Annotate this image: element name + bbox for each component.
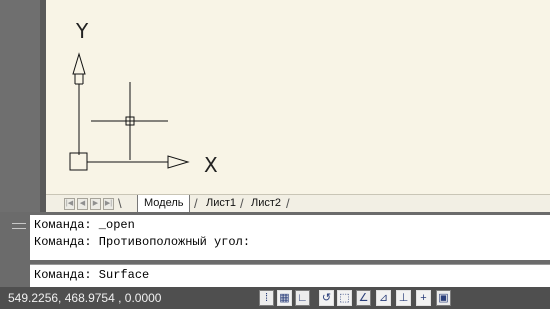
ucs-origin-square [69, 152, 88, 171]
command-history-line: Команда: Противоположный угол: [34, 235, 251, 249]
object-snap-tracking-icon[interactable]: ∠ [356, 290, 371, 306]
object-snap-icon[interactable]: ⬚ [337, 290, 352, 306]
layout-tabs-bar: |◀ ◀ ▶ ▶| \ Модель / Лист1 / Лист2 / [46, 194, 550, 213]
ortho-mode-icon[interactable]: ∟ [295, 290, 310, 306]
drawing-viewport[interactable]: Y X [46, 0, 550, 194]
tab-sheet2[interactable]: Лист2 [247, 195, 285, 212]
first-tab-icon[interactable]: |◀ [64, 198, 75, 210]
ucs-x-label: X [204, 153, 218, 177]
ucs-icon: Y X [69, 19, 218, 177]
tab-sheet1[interactable]: Лист1 [202, 195, 240, 212]
grid-display-icon[interactable]: ▦ [277, 290, 292, 306]
quick-properties-icon[interactable]: ▣ [436, 290, 451, 306]
ucs-x-arrowhead [167, 155, 190, 169]
tab-separator: / [194, 196, 198, 211]
command-window-grip-icon[interactable] [12, 223, 26, 229]
tab-separator: / [286, 196, 290, 211]
cursor-coordinates[interactable]: 549.2256, 468.9754 , 0.0000 [8, 289, 161, 307]
snap-mode-icon[interactable]: ⁞ [259, 290, 274, 306]
ucs-y-label: Y [75, 19, 89, 43]
previous-tab-icon[interactable]: ◀ [77, 198, 88, 210]
dynamic-ucs-icon[interactable]: ⊿ [376, 290, 391, 306]
dynamic-input-icon[interactable]: ⊥ [396, 290, 411, 306]
tab-separator: \ [118, 196, 122, 211]
tab-separator: / [240, 196, 244, 211]
ucs-y-arrowhead [72, 52, 86, 75]
tab-model[interactable]: Модель [137, 195, 191, 212]
lineweight-icon[interactable]: + [416, 290, 431, 306]
command-input-text[interactable]: Команда: Surface [34, 268, 149, 282]
next-tab-icon[interactable]: ▶ [90, 198, 101, 210]
left-panel-edge [0, 0, 46, 212]
last-tab-icon[interactable]: ▶| [103, 198, 114, 210]
polar-tracking-icon[interactable]: ↺ [319, 290, 334, 306]
command-history-line: Команда: _open [34, 218, 135, 232]
